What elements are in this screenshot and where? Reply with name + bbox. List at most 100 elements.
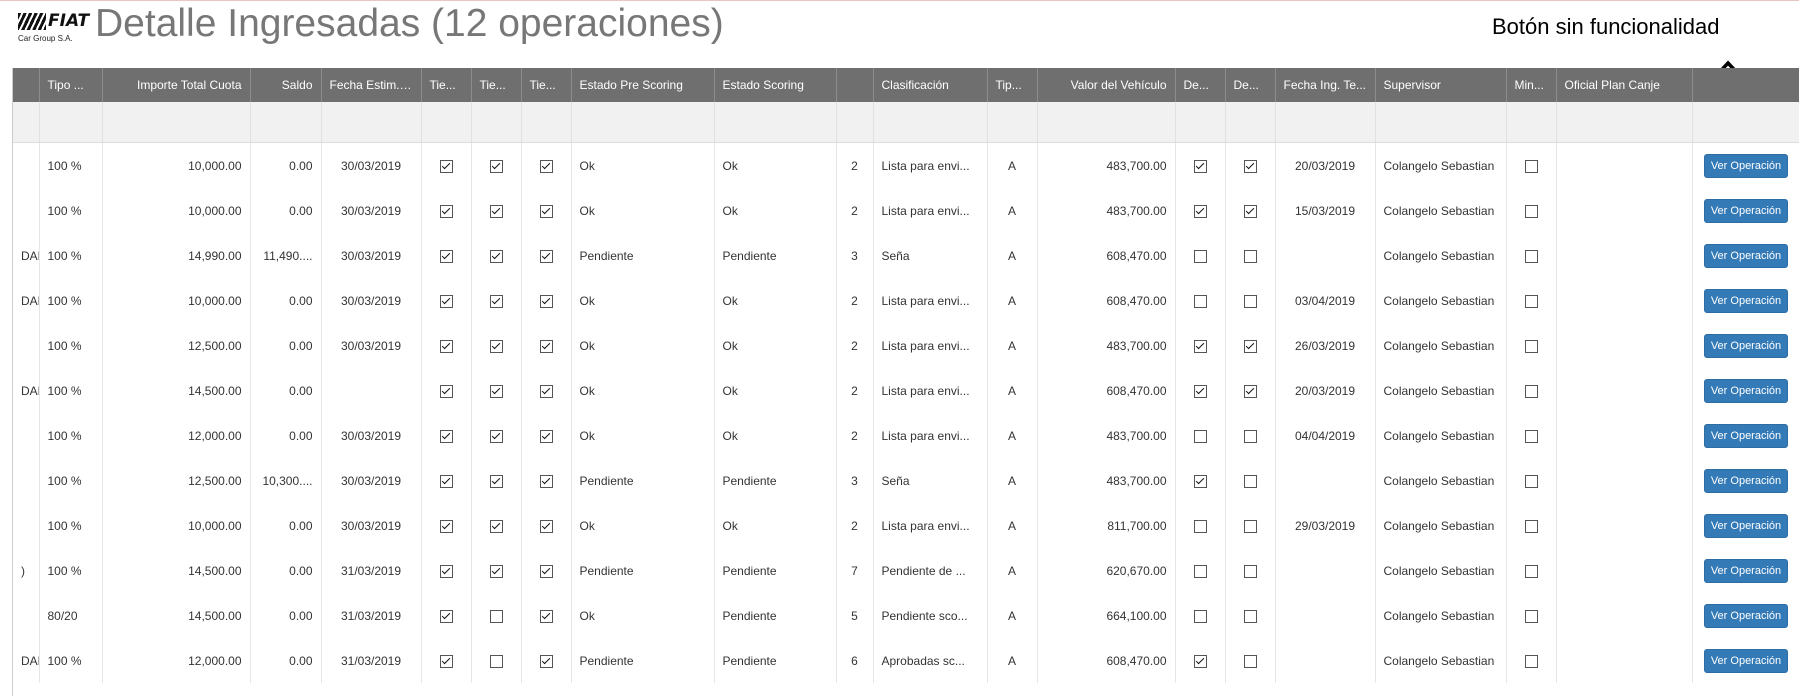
checkbox[interactable] (489, 609, 503, 623)
checkbox[interactable] (1524, 519, 1538, 533)
checkbox[interactable] (539, 564, 553, 578)
column-header[interactable]: Oficial Plan Canje (1556, 68, 1693, 102)
column-header[interactable]: De... (1225, 68, 1276, 102)
checkbox[interactable] (489, 564, 503, 578)
column-header[interactable]: Tip... (987, 68, 1038, 102)
checkbox[interactable] (1243, 564, 1257, 578)
checkbox[interactable] (1243, 159, 1257, 173)
checkbox[interactable] (539, 249, 553, 263)
ver-operacion-button[interactable]: Ver Operación (1703, 198, 1789, 223)
column-header[interactable] (836, 68, 874, 102)
checkbox[interactable] (1193, 519, 1207, 533)
checkbox[interactable] (1193, 609, 1207, 623)
checkbox[interactable] (439, 429, 453, 443)
ver-operacion-button[interactable]: Ver Operación (1703, 558, 1789, 583)
column-header[interactable]: Fecha Ing. Te... (1275, 68, 1376, 102)
checkbox[interactable] (489, 429, 503, 443)
checkbox[interactable] (1243, 429, 1257, 443)
column-header[interactable]: Tie... (421, 68, 472, 102)
ver-operacion-button[interactable]: Ver Operación (1703, 648, 1789, 673)
ver-operacion-button[interactable]: Ver Operación (1703, 423, 1789, 448)
checkbox[interactable] (539, 474, 553, 488)
checkbox[interactable] (439, 519, 453, 533)
filter-cell[interactable] (39, 102, 103, 143)
checkbox[interactable] (1524, 474, 1538, 488)
column-header[interactable]: Tipo ... (39, 68, 103, 102)
checkbox[interactable] (439, 204, 453, 218)
filter-cell[interactable] (571, 102, 715, 143)
checkbox[interactable] (1524, 564, 1538, 578)
checkbox[interactable] (1193, 159, 1207, 173)
checkbox[interactable] (539, 654, 553, 668)
filter-cell[interactable] (1225, 102, 1276, 143)
filter-cell[interactable] (873, 102, 988, 143)
checkbox[interactable] (1524, 339, 1538, 353)
checkbox[interactable] (1193, 384, 1207, 398)
column-header[interactable]: Valor del Vehículo (1037, 68, 1176, 102)
column-header[interactable]: Supervisor (1375, 68, 1507, 102)
checkbox[interactable] (1193, 429, 1207, 443)
filter-cell[interactable] (1506, 102, 1557, 143)
checkbox[interactable] (439, 474, 453, 488)
filter-cell[interactable] (471, 102, 522, 143)
column-header[interactable]: Fecha Estim. ... (321, 68, 422, 102)
checkbox[interactable] (1524, 609, 1538, 623)
checkbox[interactable] (1243, 474, 1257, 488)
column-header[interactable]: Estado Pre Scoring (571, 68, 715, 102)
checkbox[interactable] (1193, 204, 1207, 218)
filter-cell[interactable] (1375, 102, 1507, 143)
filter-cell[interactable] (836, 102, 874, 143)
column-header[interactable]: Tie... (471, 68, 522, 102)
column-header[interactable]: De... (1175, 68, 1226, 102)
checkbox[interactable] (1243, 339, 1257, 353)
checkbox[interactable] (1524, 654, 1538, 668)
checkbox[interactable] (489, 654, 503, 668)
checkbox[interactable] (539, 159, 553, 173)
filter-cell[interactable] (321, 102, 422, 143)
checkbox[interactable] (489, 474, 503, 488)
column-header[interactable]: Estado Scoring (714, 68, 837, 102)
column-header[interactable]: Saldo (250, 68, 322, 102)
checkbox[interactable] (539, 429, 553, 443)
filter-cell[interactable] (987, 102, 1038, 143)
checkbox[interactable] (1193, 654, 1207, 668)
column-header[interactable]: Min... (1506, 68, 1557, 102)
checkbox[interactable] (439, 159, 453, 173)
checkbox[interactable] (1524, 384, 1538, 398)
checkbox[interactable] (439, 294, 453, 308)
filter-cell[interactable] (521, 102, 572, 143)
checkbox[interactable] (489, 204, 503, 218)
checkbox[interactable] (1243, 654, 1257, 668)
checkbox[interactable] (439, 249, 453, 263)
checkbox[interactable] (1193, 339, 1207, 353)
filter-cell[interactable] (1275, 102, 1376, 143)
ver-operacion-button[interactable]: Ver Operación (1703, 153, 1789, 178)
checkbox[interactable] (539, 339, 553, 353)
filter-cell[interactable] (1556, 102, 1693, 143)
checkbox[interactable] (439, 564, 453, 578)
checkbox[interactable] (539, 204, 553, 218)
checkbox[interactable] (439, 609, 453, 623)
ver-operacion-button[interactable]: Ver Operación (1703, 468, 1789, 493)
checkbox[interactable] (439, 384, 453, 398)
column-header[interactable]: Importe Total Cuota (102, 68, 251, 102)
checkbox[interactable] (539, 294, 553, 308)
checkbox[interactable] (1243, 609, 1257, 623)
checkbox[interactable] (539, 384, 553, 398)
ver-operacion-button[interactable]: Ver Operación (1703, 333, 1789, 358)
checkbox[interactable] (1243, 204, 1257, 218)
checkbox[interactable] (489, 384, 503, 398)
filter-cell[interactable] (13, 102, 40, 143)
ver-operacion-button[interactable]: Ver Operación (1703, 603, 1789, 628)
ver-operacion-button[interactable]: Ver Operación (1703, 378, 1789, 403)
column-header[interactable] (1692, 68, 1799, 102)
filter-cell[interactable] (250, 102, 322, 143)
filter-cell[interactable] (714, 102, 837, 143)
checkbox[interactable] (539, 519, 553, 533)
checkbox[interactable] (1524, 429, 1538, 443)
checkbox[interactable] (1524, 159, 1538, 173)
checkbox[interactable] (1193, 249, 1207, 263)
filter-cell[interactable] (1175, 102, 1226, 143)
checkbox[interactable] (539, 609, 553, 623)
checkbox[interactable] (1524, 204, 1538, 218)
